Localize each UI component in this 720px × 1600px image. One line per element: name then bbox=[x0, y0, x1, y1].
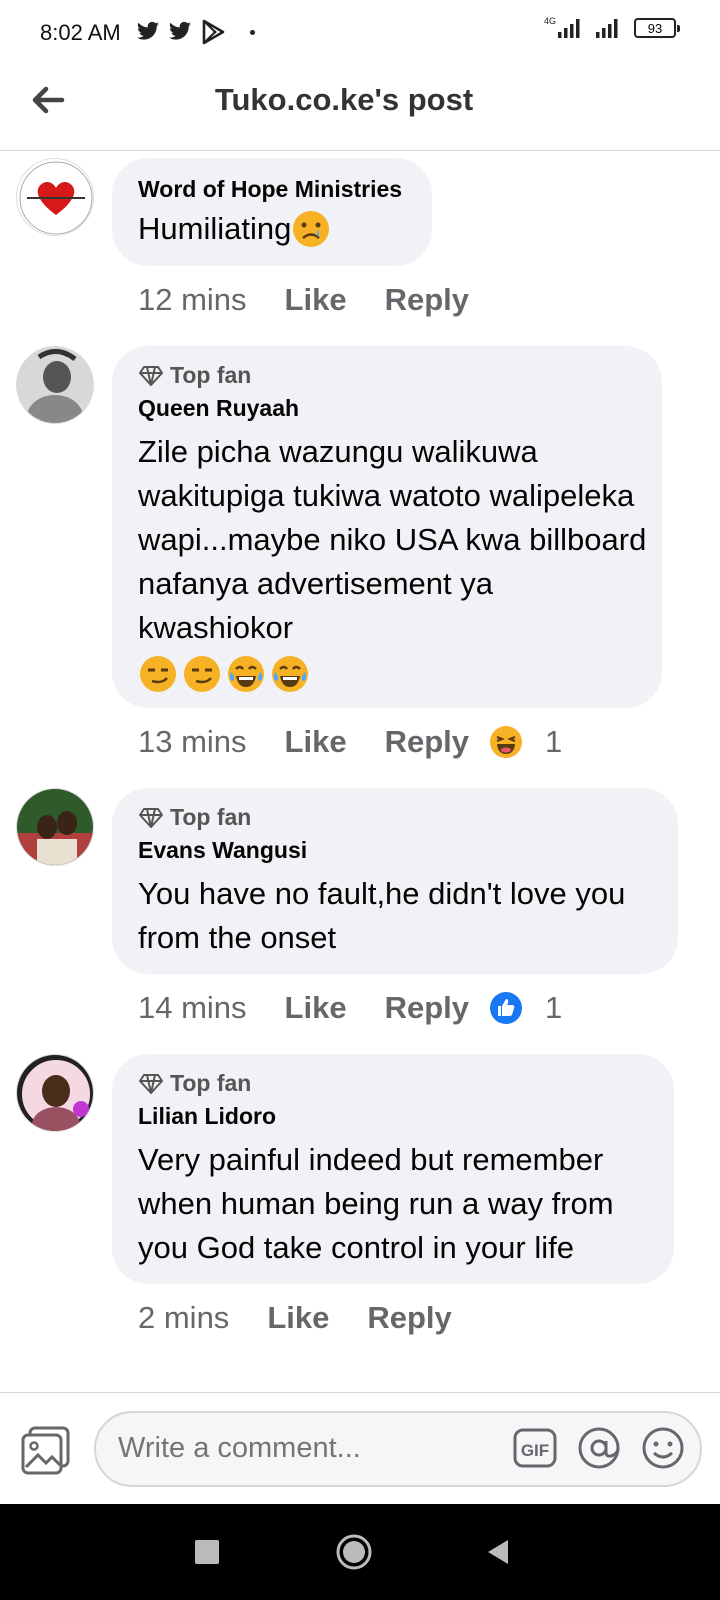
system-nav-bar bbox=[0, 1504, 720, 1600]
smirk-emoji-icon bbox=[140, 656, 176, 692]
comment-text: Humiliating bbox=[138, 207, 408, 251]
composer-icons: GIF bbox=[512, 1425, 686, 1471]
reaction-count: 1 bbox=[545, 724, 563, 759]
like-button[interactable]: Like bbox=[285, 724, 347, 760]
comment-author[interactable]: Lilian Lidoro bbox=[138, 1103, 650, 1130]
photo-icon[interactable] bbox=[20, 1425, 72, 1475]
comment-input[interactable] bbox=[116, 1431, 480, 1466]
emoji-icon[interactable] bbox=[640, 1425, 686, 1471]
signal-icon bbox=[558, 19, 580, 38]
page-title: Tuko.co.ke's post bbox=[214, 82, 474, 117]
recents-button-icon[interactable] bbox=[194, 1532, 220, 1572]
mention-icon[interactable] bbox=[576, 1425, 622, 1471]
status-right-icons: 4G 93 bbox=[543, 15, 680, 38]
word-of-hope-logo bbox=[19, 161, 93, 235]
reply-button[interactable]: Reply bbox=[385, 990, 469, 1026]
network-type-label: 4G bbox=[543, 15, 556, 26]
avatar[interactable] bbox=[16, 346, 94, 424]
smirk-emoji-icon bbox=[184, 656, 220, 692]
comment-time: 13 mins bbox=[138, 724, 247, 759]
diamond-icon bbox=[139, 1073, 163, 1094]
like-button[interactable]: Like bbox=[285, 990, 347, 1026]
avatar[interactable] bbox=[16, 158, 94, 236]
avatar[interactable] bbox=[16, 1054, 94, 1132]
like-button[interactable]: Like bbox=[285, 282, 347, 318]
top-fan-badge: Top fan bbox=[138, 804, 654, 831]
comment-text: You have no fault,he didn't love you fro… bbox=[138, 876, 626, 955]
comment-author[interactable]: Word of Hope Ministries bbox=[138, 176, 408, 203]
profile-photo bbox=[17, 347, 93, 423]
comment-actions: 14 mins Like Reply 1 bbox=[138, 990, 562, 1026]
comment-actions: 12 mins Like Reply bbox=[138, 282, 507, 318]
top-fan-badge: Top fan bbox=[138, 1070, 650, 1097]
comment-bubble[interactable]: Word of Hope Ministries Humiliating bbox=[112, 158, 432, 266]
comment-text: Very painful indeed but remember when hu… bbox=[138, 1142, 614, 1265]
comment-time: 12 mins bbox=[138, 282, 247, 317]
avatar[interactable] bbox=[16, 788, 94, 866]
reaction-count: 1 bbox=[545, 990, 563, 1025]
back-button-icon[interactable] bbox=[484, 1532, 512, 1572]
diamond-icon bbox=[139, 365, 163, 386]
emoji-row bbox=[138, 654, 638, 694]
haha-reaction-icon bbox=[490, 726, 522, 758]
comment-bubble[interactable]: Top fan Lilian Lidoro Very painful indee… bbox=[112, 1054, 674, 1284]
reply-button[interactable]: Reply bbox=[385, 724, 469, 760]
comment-input-box[interactable]: GIF bbox=[94, 1411, 702, 1487]
battery-icon: 93 bbox=[634, 18, 680, 38]
reaction-summary[interactable]: 1 bbox=[489, 990, 562, 1026]
profile-photo bbox=[17, 789, 93, 865]
dot-icon bbox=[250, 29, 255, 35]
comment-time: 14 mins bbox=[138, 990, 247, 1025]
status-bar: 8:02 AM 4G 93 bbox=[0, 0, 720, 68]
post-header: Tuko.co.ke's post bbox=[0, 68, 720, 151]
twitter-icon bbox=[137, 21, 159, 40]
sad-face-emoji-icon bbox=[293, 211, 330, 247]
twitter-icon bbox=[169, 21, 191, 40]
comment-actions: 13 mins Like Reply 1 bbox=[138, 724, 562, 760]
play-store-icon bbox=[202, 19, 225, 45]
top-fan-badge: Top fan bbox=[138, 362, 638, 389]
comment-composer: GIF bbox=[0, 1392, 720, 1505]
gif-icon[interactable]: GIF bbox=[512, 1425, 558, 1471]
status-time: 8:02 AM bbox=[40, 20, 121, 45]
comment-actions: 2 mins Like Reply bbox=[138, 1300, 490, 1336]
comment-bubble[interactable]: Top fan Queen Ruyaah Zile picha wazungu … bbox=[112, 346, 662, 708]
reply-button[interactable]: Reply bbox=[385, 282, 469, 318]
battery-level: 93 bbox=[647, 20, 663, 36]
comment-author[interactable]: Queen Ruyaah bbox=[138, 395, 638, 422]
tears-of-joy-emoji-icon bbox=[228, 656, 264, 692]
comment-author[interactable]: Evans Wangusi bbox=[138, 837, 654, 864]
profile-photo bbox=[17, 1055, 93, 1131]
like-reaction-icon bbox=[490, 992, 522, 1024]
gif-label: GIF bbox=[521, 1441, 549, 1460]
reply-button[interactable]: Reply bbox=[367, 1300, 451, 1336]
tears-of-joy-emoji-icon bbox=[272, 656, 308, 692]
comment-text: Zile picha wazungu walikuwa wakitupiga t… bbox=[138, 434, 647, 645]
reaction-summary[interactable]: 1 bbox=[489, 724, 562, 760]
comment-time: 2 mins bbox=[138, 1300, 230, 1335]
signal-icon bbox=[596, 19, 618, 38]
home-button-icon[interactable] bbox=[334, 1532, 374, 1572]
comment-bubble[interactable]: Top fan Evans Wangusi You have no fault,… bbox=[112, 788, 678, 974]
like-button[interactable]: Like bbox=[267, 1300, 329, 1336]
notification-icons bbox=[136, 19, 255, 45]
diamond-icon bbox=[139, 807, 163, 828]
